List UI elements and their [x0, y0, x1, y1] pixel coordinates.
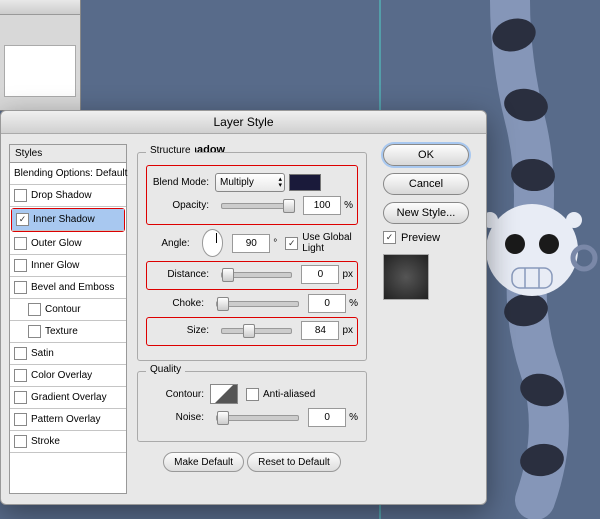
noise-input[interactable]	[308, 408, 346, 427]
contour-label: Contour:	[146, 389, 204, 400]
blend-mode-select[interactable]: Multiply▴▾	[215, 173, 285, 192]
checkbox[interactable]	[14, 189, 27, 202]
styles-list: Blending Options: Default Drop Shadow ✓I…	[9, 162, 127, 494]
checkbox[interactable]	[14, 237, 27, 250]
checkbox[interactable]	[14, 435, 27, 448]
ok-button[interactable]: OK	[383, 144, 469, 166]
choke-slider[interactable]	[216, 301, 299, 307]
blend-mode-label: Blend Mode:	[151, 177, 209, 188]
size-input[interactable]	[301, 321, 339, 340]
contour-picker[interactable]	[210, 384, 238, 404]
opacity-input[interactable]	[303, 196, 341, 215]
preview-label: Preview	[401, 232, 440, 244]
new-style-button[interactable]: New Style...	[383, 202, 469, 224]
size-label: Size:	[151, 325, 209, 336]
style-item-texture[interactable]: Texture	[10, 321, 126, 343]
structure-fieldset: Structure Blend Mode: Multiply▴▾ Opacity…	[137, 152, 367, 361]
quality-legend: Quality	[146, 364, 185, 375]
checkbox[interactable]: ✓	[16, 213, 29, 226]
size-slider[interactable]	[221, 328, 292, 334]
checkbox[interactable]	[28, 303, 41, 316]
angle-input[interactable]	[232, 234, 270, 253]
cancel-button[interactable]: Cancel	[383, 173, 469, 195]
shadow-color-swatch[interactable]	[289, 174, 321, 191]
styles-header[interactable]: Styles	[9, 144, 127, 162]
style-item-pattern-overlay[interactable]: Pattern Overlay	[10, 409, 126, 431]
distance-input[interactable]	[301, 265, 339, 284]
checkbox[interactable]	[14, 347, 27, 360]
layer-style-dialog: Layer Style Styles Blending Options: Def…	[0, 110, 487, 505]
noise-slider[interactable]	[216, 415, 299, 421]
checkbox[interactable]	[14, 259, 27, 272]
checkbox[interactable]	[14, 413, 27, 426]
style-item-inner-glow[interactable]: Inner Glow	[10, 255, 126, 277]
dialog-title[interactable]: Layer Style	[1, 111, 486, 134]
antialiased-label: Anti-aliased	[263, 389, 315, 400]
highlight-distance: Distance: px	[146, 261, 358, 290]
checkbox[interactable]	[14, 281, 27, 294]
style-item-stroke[interactable]: Stroke	[10, 431, 126, 453]
style-item-inner-shadow[interactable]: ✓Inner Shadow	[12, 209, 124, 231]
styles-column: Styles Blending Options: Default Drop Sh…	[9, 144, 127, 494]
checkbox[interactable]	[14, 391, 27, 404]
panel-fragment	[0, 0, 81, 111]
global-light-checkbox[interactable]: ✓	[285, 237, 298, 250]
style-item-gradient-overlay[interactable]: Gradient Overlay	[10, 387, 126, 409]
choke-label: Choke:	[146, 298, 204, 309]
distance-label: Distance:	[151, 269, 209, 280]
opacity-slider[interactable]	[221, 203, 294, 209]
style-item-outer-glow[interactable]: Outer Glow	[10, 233, 126, 255]
make-default-button[interactable]: Make Default	[163, 452, 244, 472]
angle-dial[interactable]	[202, 229, 224, 257]
style-item-contour[interactable]: Contour	[10, 299, 126, 321]
structure-legend: Structure	[146, 145, 195, 156]
style-item-drop-shadow[interactable]: Drop Shadow	[10, 185, 126, 207]
style-item-blending[interactable]: Blending Options: Default	[10, 163, 126, 185]
angle-label: Angle:	[146, 238, 190, 249]
noise-label: Noise:	[146, 412, 204, 423]
global-light-label: Use Global Light	[302, 232, 358, 254]
preview-swatch	[383, 254, 429, 300]
style-item-color-overlay[interactable]: Color Overlay	[10, 365, 126, 387]
distance-slider[interactable]	[221, 272, 292, 278]
highlight-size: Size: px	[146, 317, 358, 346]
settings-column: Inner Shadow Structure Blend Mode: Multi…	[127, 144, 377, 494]
highlight-blend-opacity: Blend Mode: Multiply▴▾ Opacity: %	[146, 165, 358, 225]
choke-input[interactable]	[308, 294, 346, 313]
quality-fieldset: Quality Contour: Anti-aliased Noise: %	[137, 371, 367, 442]
action-column: OK Cancel New Style... ✓ Preview	[377, 144, 478, 494]
opacity-label: Opacity:	[151, 200, 209, 211]
style-item-satin[interactable]: Satin	[10, 343, 126, 365]
antialiased-checkbox[interactable]	[246, 388, 259, 401]
reset-default-button[interactable]: Reset to Default	[247, 452, 341, 472]
preview-checkbox[interactable]: ✓	[383, 231, 396, 244]
checkbox[interactable]	[28, 325, 41, 338]
checkbox[interactable]	[14, 369, 27, 382]
style-item-bevel[interactable]: Bevel and Emboss	[10, 277, 126, 299]
